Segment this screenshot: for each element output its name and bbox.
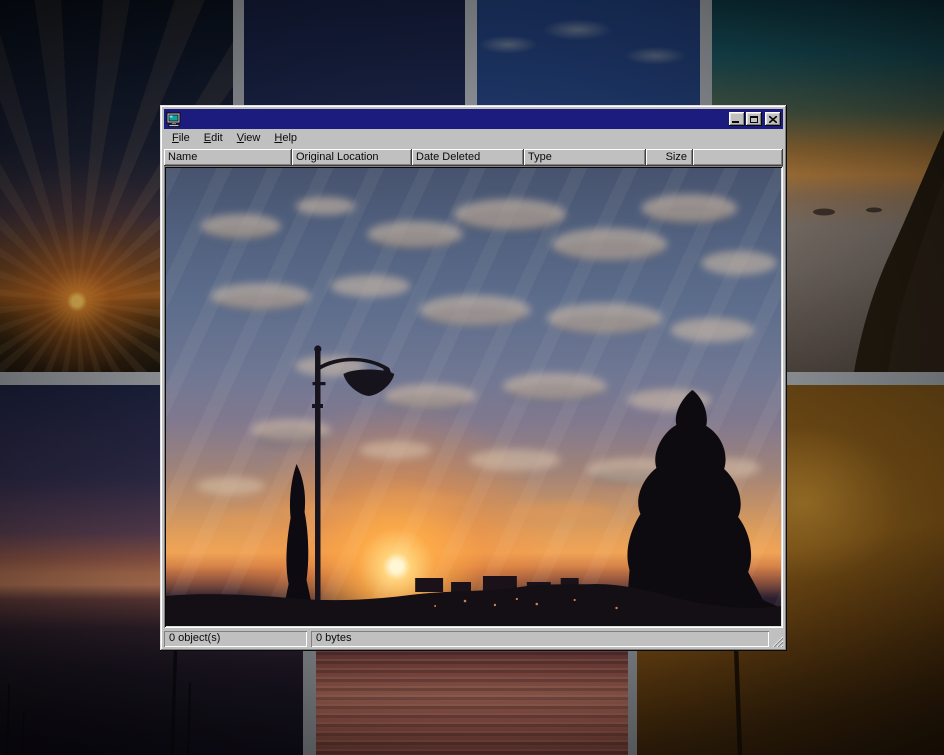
- computer-icon: [166, 112, 182, 127]
- sunset-streetlamp-photo: [166, 168, 781, 626]
- cypress-tree-silhouette: [284, 464, 313, 608]
- column-header-type[interactable]: Type: [524, 149, 646, 166]
- column-header-original-location[interactable]: Original Location: [292, 149, 412, 166]
- status-size: 0 bytes: [311, 631, 769, 647]
- recycle-bin-window: File Edit View Help Name Original Locati…: [160, 105, 787, 651]
- maximize-icon: [750, 116, 758, 123]
- column-header-row: Name Original Location Date Deleted Type…: [164, 149, 783, 166]
- column-header-size[interactable]: Size: [646, 149, 693, 166]
- close-icon: [769, 116, 777, 123]
- photo-silhouettes-layer: [166, 168, 781, 626]
- minimize-button[interactable]: [729, 112, 745, 126]
- window-titlebar[interactable]: [164, 109, 783, 129]
- maximize-button[interactable]: [746, 112, 762, 126]
- menu-edit[interactable]: Edit: [197, 130, 230, 147]
- file-list-area[interactable]: [164, 166, 783, 628]
- menu-file[interactable]: File: [165, 130, 197, 147]
- close-button[interactable]: [765, 112, 781, 126]
- status-bar: 0 object(s) 0 bytes: [164, 631, 783, 647]
- menu-view[interactable]: View: [230, 130, 268, 147]
- resize-grip[interactable]: [770, 634, 783, 647]
- column-header-name[interactable]: Name: [164, 149, 292, 166]
- streetlamp-silhouette: [312, 345, 394, 603]
- column-header-filler: [693, 149, 783, 166]
- status-object-count: 0 object(s): [164, 631, 307, 647]
- menu-help[interactable]: Help: [267, 130, 304, 147]
- minimize-icon: [732, 121, 739, 123]
- desktop: File Edit View Help Name Original Locati…: [0, 0, 944, 755]
- right-trees-silhouette: [626, 390, 781, 626]
- menu-bar: File Edit View Help: [164, 129, 783, 148]
- column-header-date-deleted[interactable]: Date Deleted: [412, 149, 524, 166]
